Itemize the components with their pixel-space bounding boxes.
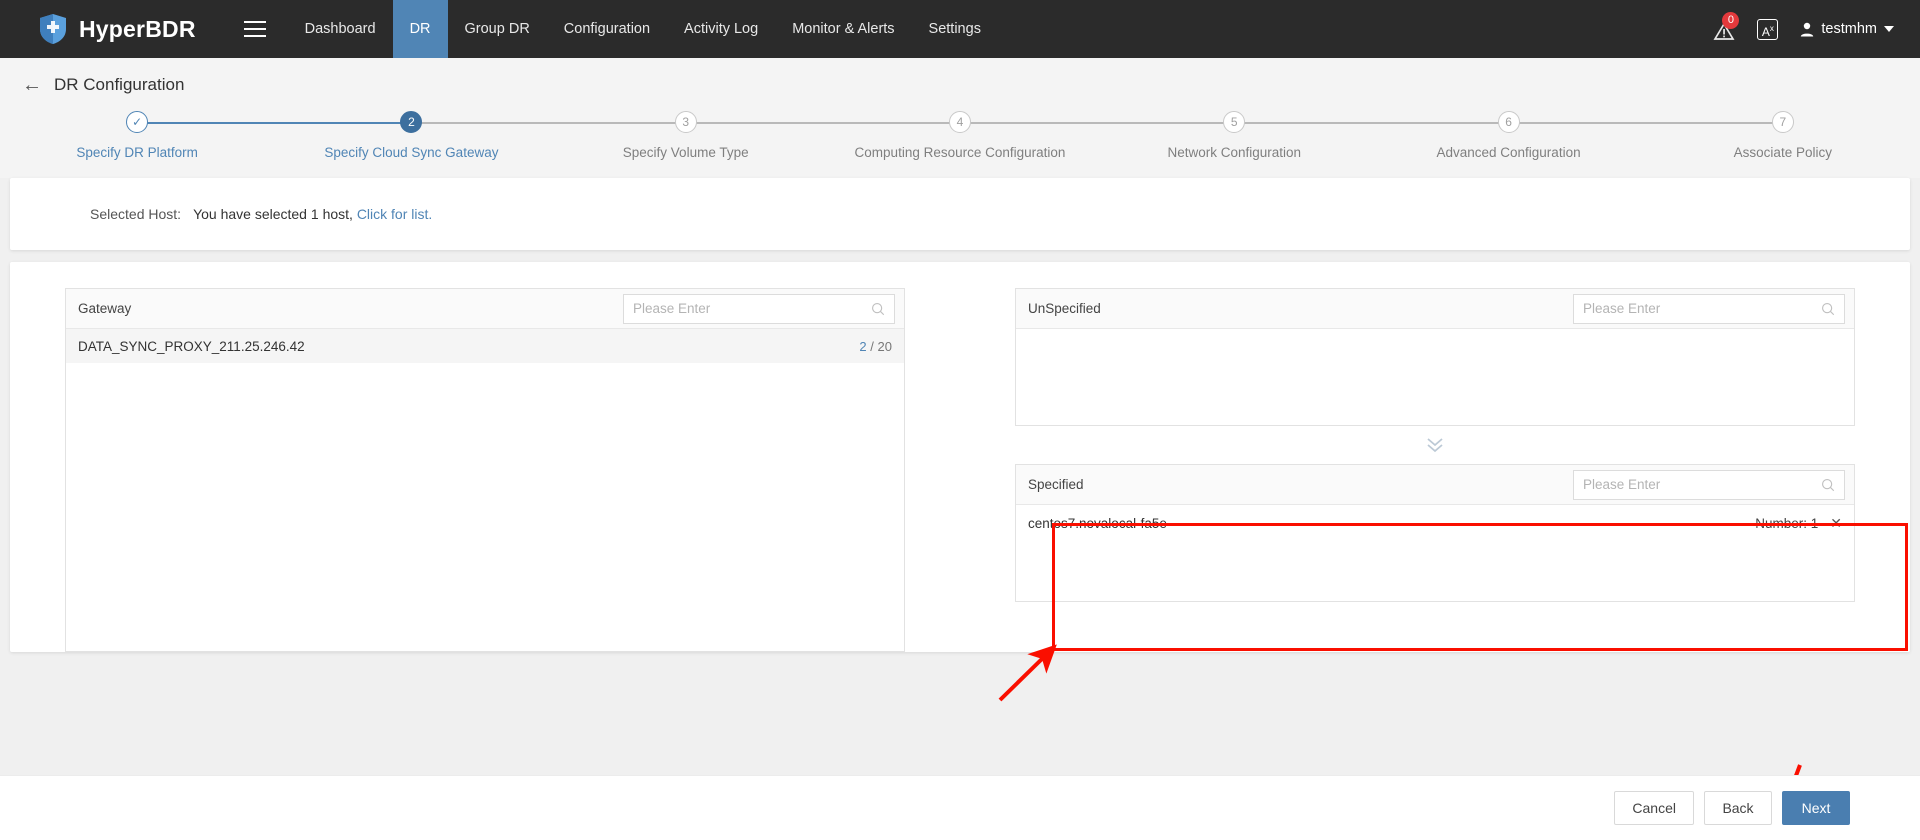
step-2-circle: 2 [400, 111, 423, 133]
gateway-panel: Gateway DATA_SYNC_PROXY_211.25.246.42 2 [65, 288, 905, 652]
specified-search-input[interactable] [1583, 477, 1821, 492]
translate-icon-label: A [1761, 24, 1770, 39]
selected-host-list-link[interactable]: Click for list. [357, 206, 432, 222]
unspecified-panel: UnSpecified [1015, 288, 1855, 426]
search-icon [1822, 302, 1835, 315]
page-header: ← DR Configuration ✓ Specify DR Platform… [0, 58, 1920, 178]
specified-row-meta: Number: 1 ✕ [1755, 515, 1842, 532]
gateway-row-total: 20 [877, 338, 892, 354]
step-1[interactable]: ✓ Specify DR Platform [0, 111, 275, 160]
unspecified-panel-title: UnSpecified [1028, 301, 1101, 316]
alert-count-badge: 0 [1722, 12, 1740, 29]
specified-panel-title: Specified [1028, 477, 1084, 492]
selected-host-label: Selected Host: [90, 206, 182, 222]
nav-item-group-dr[interactable]: Group DR [448, 0, 547, 58]
nav-item-configuration[interactable]: Configuration [547, 0, 667, 58]
translate-icon[interactable]: Ax [1757, 18, 1779, 40]
step-4[interactable]: 4 Computing Resource Configuration [822, 111, 1098, 160]
unspecified-search-input[interactable] [1583, 301, 1821, 316]
gateway-search-input[interactable] [633, 301, 871, 316]
step-7[interactable]: 7 Associate Policy [1645, 111, 1920, 160]
step-4-label: Computing Resource Configuration [854, 145, 1066, 160]
gateway-row-separator: / [870, 338, 874, 354]
hamburger-icon[interactable] [222, 0, 288, 58]
unspecified-panel-body [1016, 329, 1854, 425]
cancel-button[interactable]: Cancel [1614, 791, 1694, 825]
chevron-down-icon [1884, 26, 1894, 32]
main-nav: Dashboard DR Group DR Configuration Acti… [288, 0, 998, 58]
selected-host-prefix: You have selected [193, 206, 307, 222]
gateway-row-count: 2 / 20 [859, 339, 892, 354]
unspecified-search-box[interactable] [1573, 293, 1845, 324]
page-title: DR Configuration [54, 75, 185, 94]
hyperbdr-logo-icon [40, 14, 66, 44]
app-root: HyperBDR Dashboard DR Group DR Configura… [0, 0, 1920, 840]
unspecified-panel-header: UnSpecified [1016, 289, 1854, 329]
specified-row-number: Number: 1 [1755, 515, 1819, 531]
back-arrow-icon[interactable]: ← [22, 75, 42, 95]
gateway-row-used: 2 [859, 338, 867, 354]
step-3[interactable]: 3 Specify Volume Type [548, 111, 823, 160]
specified-row-name: centos7.novalocal-fa5e [1028, 515, 1167, 531]
wizard-stepper: ✓ Specify DR Platform 2 Specify Cloud Sy… [0, 111, 1920, 178]
user-name: testmhm [1821, 21, 1877, 37]
brand-name: HyperBDR [79, 15, 196, 42]
gateway-panel-body: DATA_SYNC_PROXY_211.25.246.42 2 / 20 [66, 329, 904, 597]
step-4-circle: 4 [948, 111, 971, 133]
selected-host-text: Selected Host: You have selected 1 host, … [10, 206, 432, 222]
step-5[interactable]: 5 Network Configuration [1097, 111, 1372, 160]
step-6[interactable]: 6 Advanced Configuration [1371, 111, 1646, 160]
nav-item-dashboard[interactable]: Dashboard [288, 0, 393, 58]
wizard-footer: Cancel Back Next [0, 775, 1920, 840]
alert-button[interactable]: 0 [1713, 12, 1740, 41]
step-7-circle: 7 [1771, 111, 1794, 133]
step-6-circle: 6 [1497, 111, 1520, 133]
step-6-label: Advanced Configuration [1436, 145, 1581, 160]
step-1-label: Specify DR Platform [76, 145, 198, 160]
double-chevron-down-icon [1427, 438, 1443, 453]
step-2-label: Specify Cloud Sync Gateway [324, 145, 499, 160]
specify-column-inner: UnSpecified Please Enter Specified Pleas… [1015, 288, 1855, 652]
nav-item-dr[interactable]: DR [392, 0, 448, 58]
selected-host-suffix: host, [322, 206, 353, 222]
arrow-to-specified-panel [998, 644, 1057, 702]
top-bar-right: 0 Ax testmhm [1713, 0, 1920, 58]
step-3-label: Specify Volume Type [622, 145, 749, 160]
gateway-transfer-card: Gateway DATA_SYNC_PROXY_211.25.246.42 2 [10, 262, 1910, 652]
top-navigation-bar: HyperBDR Dashboard DR Group DR Configura… [0, 0, 1920, 58]
step-3-circle: 3 [674, 111, 697, 133]
gateway-row[interactable]: DATA_SYNC_PROXY_211.25.246.42 2 / 20 [66, 329, 904, 363]
step-1-circle: ✓ [126, 111, 149, 133]
move-down-button[interactable] [1015, 426, 1855, 464]
nav-item-settings[interactable]: Settings [912, 0, 998, 58]
nav-item-activity-log[interactable]: Activity Log [667, 0, 775, 58]
brand[interactable]: HyperBDR [0, 0, 222, 58]
back-row: ← DR Configuration [0, 75, 1920, 95]
specify-column: UnSpecified Please Enter Specified Pleas… [960, 288, 1910, 652]
gateway-panel-title: Gateway [78, 301, 132, 316]
specified-panel-header: Specified [1016, 465, 1854, 505]
gateway-search-box[interactable] [623, 293, 895, 324]
next-button[interactable]: Next [1782, 791, 1850, 825]
gateway-column: Gateway DATA_SYNC_PROXY_211.25.246.42 2 [10, 288, 960, 652]
specified-row[interactable]: centos7.novalocal-fa5e Number: 1 ✕ [1016, 505, 1854, 541]
step-2[interactable]: 2 Specify Cloud Sync Gateway [274, 111, 549, 160]
gateway-panel-header: Gateway [66, 289, 904, 329]
step-7-label: Associate Policy [1733, 145, 1832, 160]
user-icon [1801, 22, 1814, 36]
step-5-label: Network Configuration [1167, 145, 1302, 160]
search-icon [872, 302, 885, 315]
search-icon [1822, 478, 1835, 491]
close-icon[interactable]: ✕ [1830, 515, 1842, 532]
selected-host-count: 1 [310, 206, 319, 222]
specified-search-box[interactable] [1573, 469, 1845, 500]
gateway-row-name: DATA_SYNC_PROXY_211.25.246.42 [78, 338, 305, 354]
user-menu[interactable]: testmhm [1800, 21, 1894, 37]
selected-host-card: Selected Host: You have selected 1 host, … [10, 178, 1910, 250]
specified-panel: Specified centos7.novalocal-fa5e [1015, 464, 1855, 602]
specified-panel-body: centos7.novalocal-fa5e Number: 1 ✕ [1016, 505, 1854, 601]
nav-item-monitor-alerts[interactable]: Monitor & Alerts [775, 0, 911, 58]
step-5-circle: 5 [1223, 111, 1246, 133]
back-button[interactable]: Back [1704, 791, 1772, 825]
